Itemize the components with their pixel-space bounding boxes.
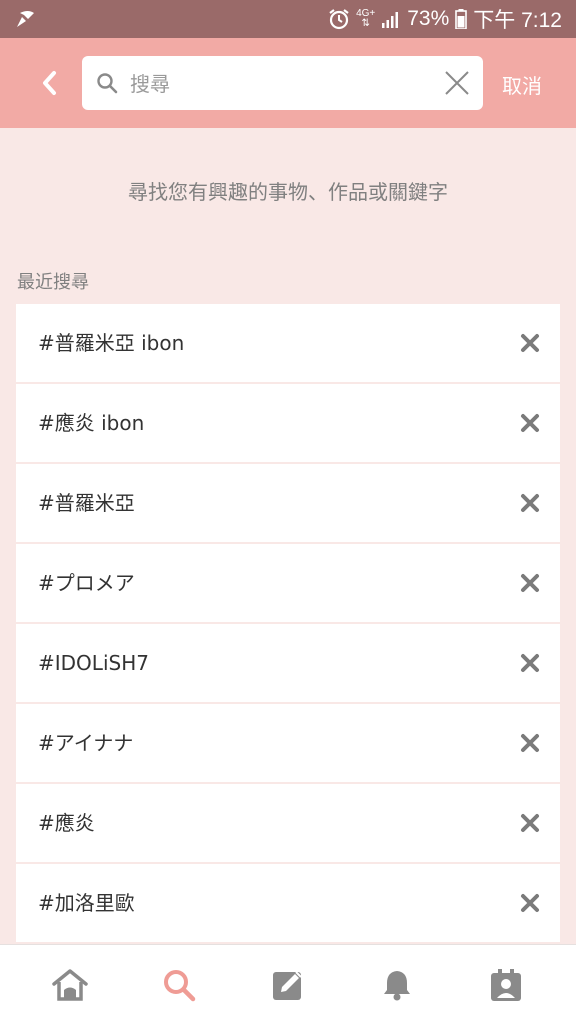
battery-icon [455, 9, 468, 29]
recent-search-label: #應炎 [38, 811, 95, 835]
nav-search[interactable] [159, 965, 199, 1005]
search-hint: 尋找您有興趣的事物、作品或關鍵字 [128, 180, 448, 204]
recent-search-label: #普羅米亞 [38, 491, 135, 515]
recent-search-item[interactable]: #普羅米亞 ibon [16, 304, 560, 384]
nav-profile[interactable] [486, 965, 526, 1005]
recent-search-label: #加洛里歐 [38, 891, 135, 915]
status-bar: 4G+ ⇅ 73% 下午 7:12 [0, 0, 576, 38]
clock: 下午 7:12 [473, 9, 562, 32]
recent-search-item[interactable]: #アイナナ [16, 704, 560, 784]
remove-icon[interactable] [520, 733, 540, 753]
profile-icon [491, 969, 521, 1001]
chevron-left-icon [43, 71, 56, 95]
nav-notifications[interactable] [377, 965, 417, 1005]
recent-search-item[interactable]: #IDOLiSH7 [16, 624, 560, 704]
bottom-nav [0, 944, 576, 1025]
back-button[interactable] [32, 64, 66, 102]
recent-search-label: #應炎 ibon [38, 411, 145, 435]
nav-post[interactable] [268, 965, 308, 1005]
signal-icon [382, 12, 399, 28]
data-arrows-icon: ⇅ [361, 18, 370, 29]
network-indicator: 4G+ ⇅ [356, 9, 375, 29]
recent-search-label: #IDOLiSH7 [38, 651, 149, 675]
clear-search-button[interactable] [443, 69, 471, 97]
recent-search-label: #アイナナ [38, 731, 134, 755]
remove-icon[interactable] [520, 573, 540, 593]
remove-icon[interactable] [520, 413, 540, 433]
cancel-button[interactable]: 取消 [502, 70, 542, 99]
remove-icon[interactable] [520, 813, 540, 833]
recent-search-item[interactable]: #普羅米亞 [16, 464, 560, 544]
bell-icon [384, 971, 410, 1001]
edit-icon [273, 971, 302, 1000]
alarm-icon [329, 9, 349, 30]
recent-search-item[interactable]: #加洛里歐 [16, 864, 560, 944]
remove-icon[interactable] [520, 653, 540, 673]
search-box [82, 56, 483, 110]
recent-searches-title: 最近搜尋 [17, 272, 89, 293]
remove-icon[interactable] [520, 333, 540, 353]
recent-searches-list: #普羅米亞 ibon #應炎 ibon #普羅米亞 #プロメア #IDOLiSH… [16, 304, 560, 944]
recent-search-item[interactable]: #應炎 ibon [16, 384, 560, 464]
battery-percent: 73% [407, 7, 450, 30]
search-input[interactable] [128, 64, 432, 104]
search-header: 取消 [0, 38, 576, 128]
recent-search-item[interactable]: #應炎 [16, 784, 560, 864]
home-icon [52, 969, 88, 1001]
recent-search-label: #普羅米亞 ibon [38, 331, 185, 355]
app-notification-icon [17, 11, 34, 27]
search-icon [164, 970, 196, 1002]
recent-search-label: #プロメア [38, 571, 135, 595]
recent-search-item[interactable]: #プロメア [16, 544, 560, 624]
nav-home[interactable] [50, 965, 90, 1005]
remove-icon[interactable] [520, 493, 540, 513]
search-icon [97, 73, 118, 94]
remove-icon[interactable] [520, 893, 540, 913]
